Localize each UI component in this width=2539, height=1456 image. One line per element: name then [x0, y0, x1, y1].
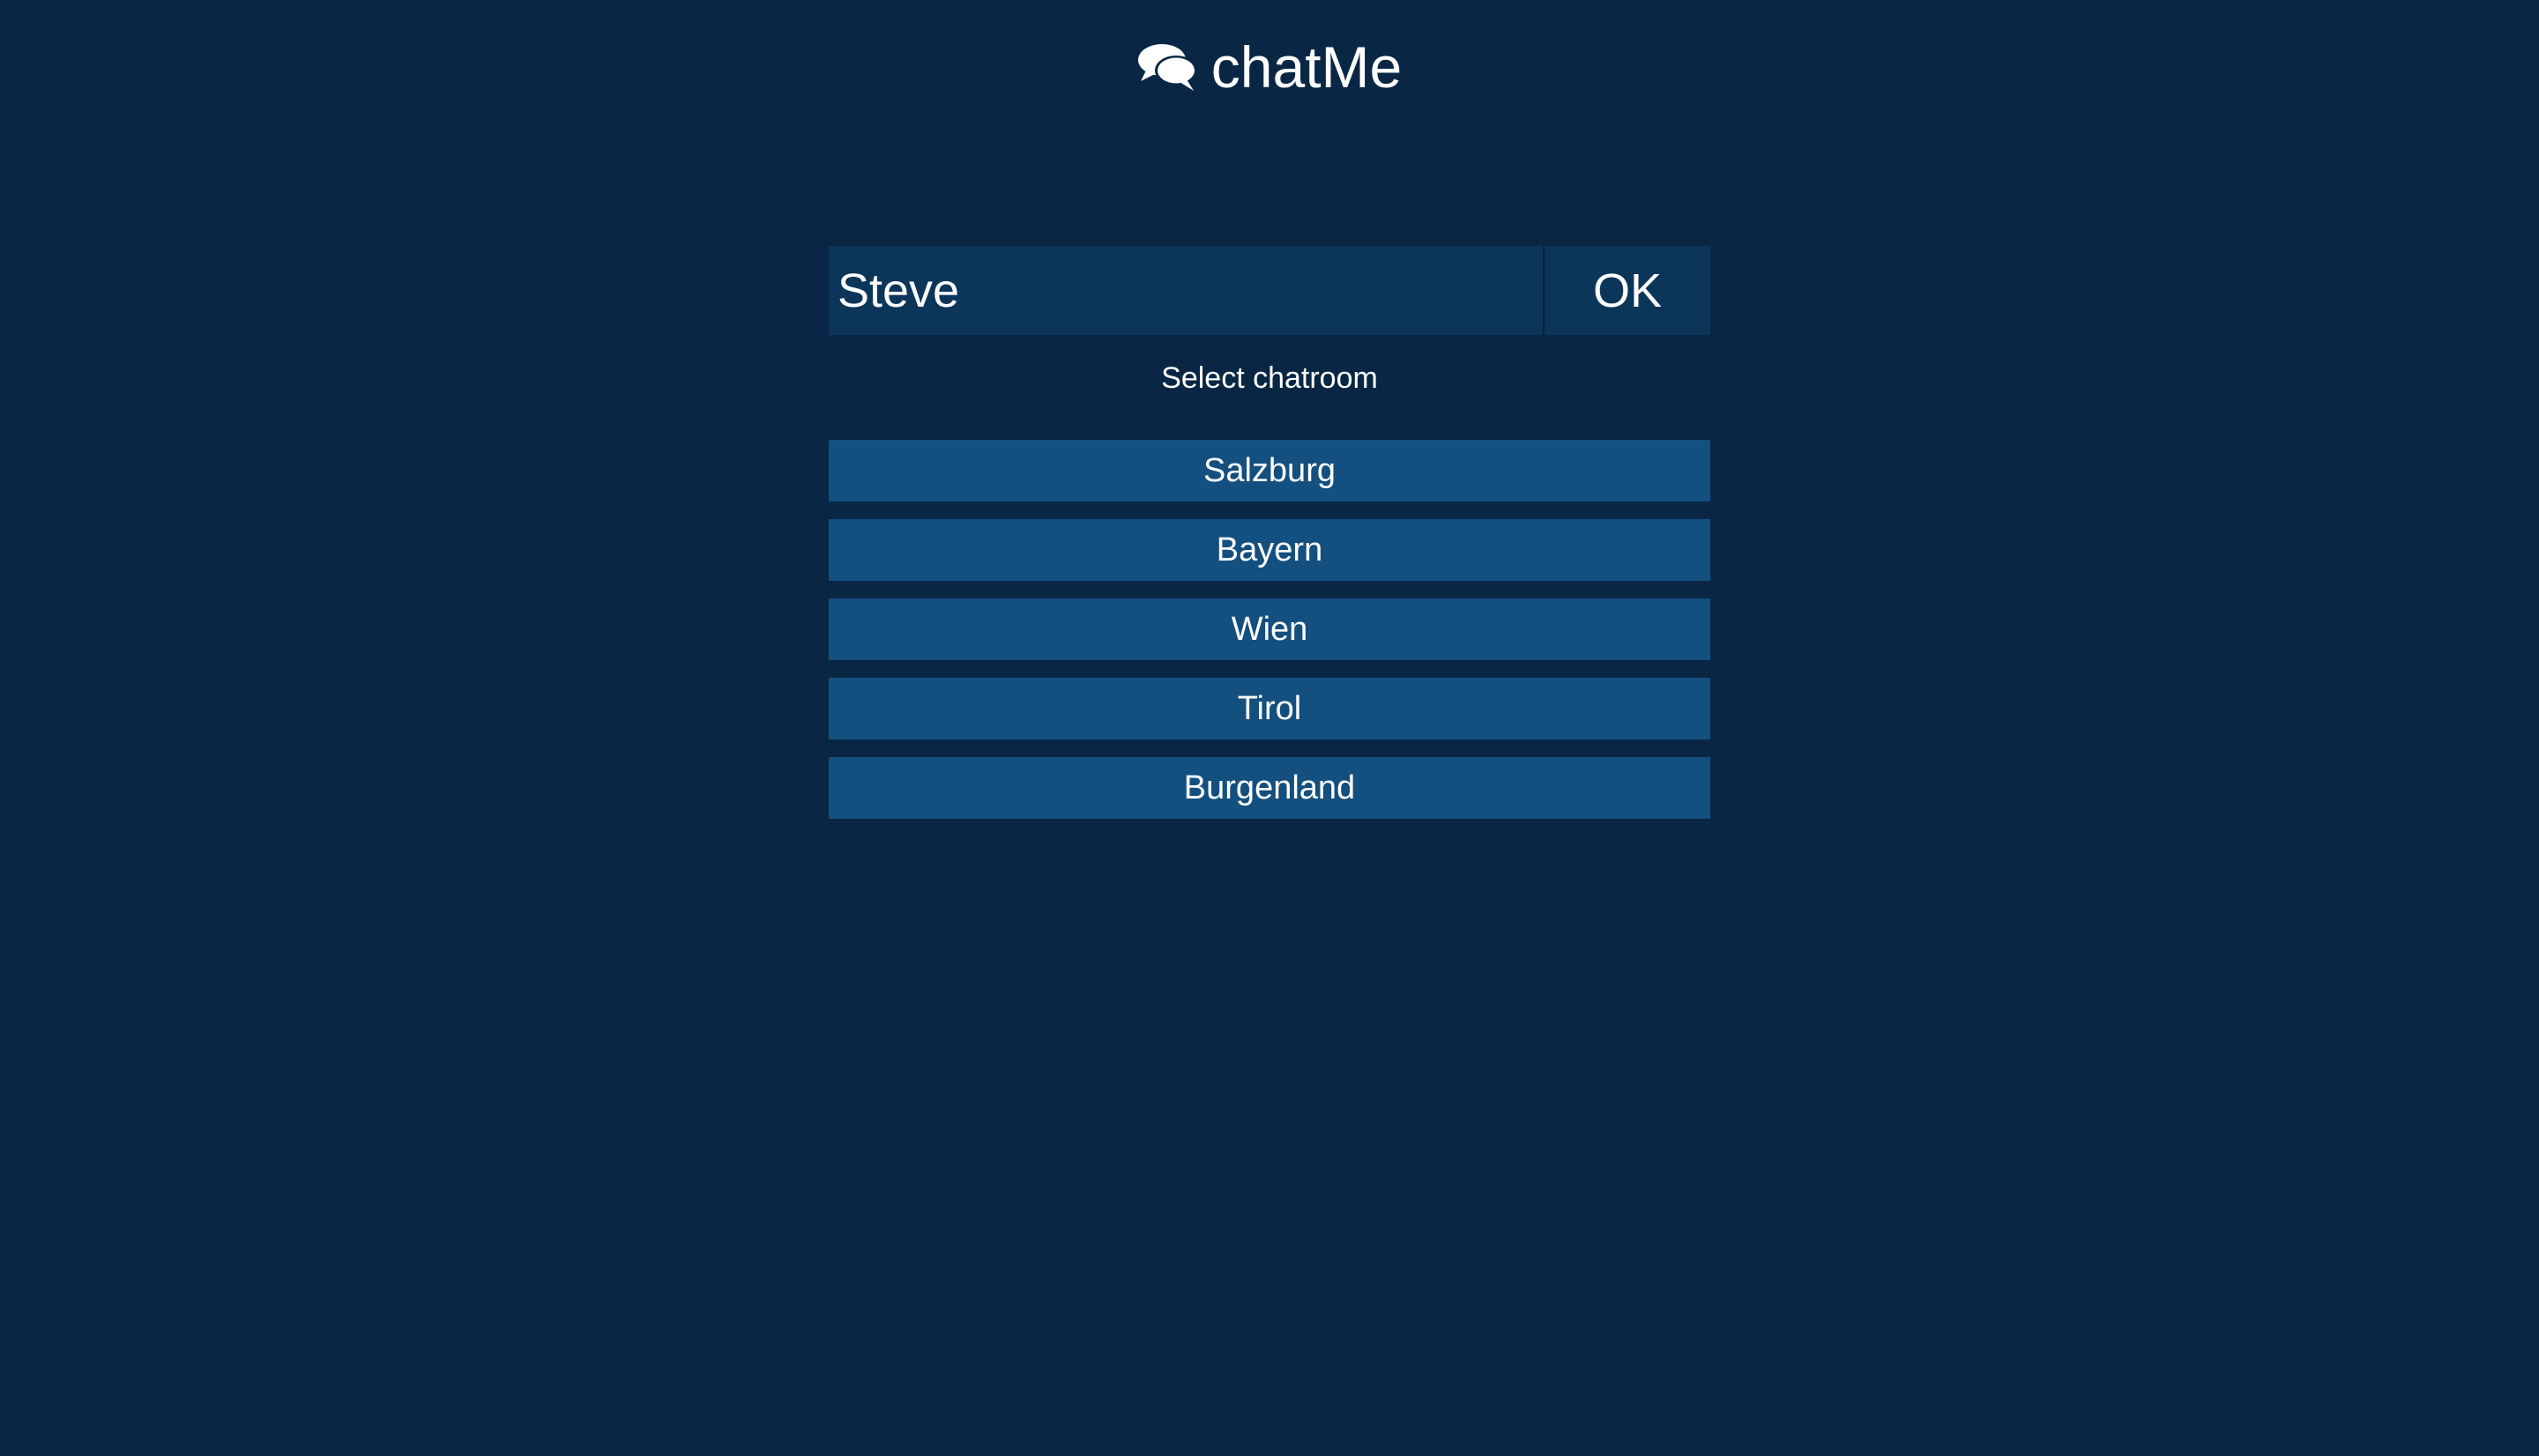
list-item: Burgenland [829, 757, 1710, 819]
list-item: Tirol [829, 678, 1710, 739]
chatroom-button-bayern[interactable]: Bayern [829, 519, 1710, 581]
chatroom-button-burgenland[interactable]: Burgenland [829, 757, 1710, 819]
chatroom-button-wien[interactable]: Wien [829, 598, 1710, 660]
username-input[interactable] [829, 246, 1543, 335]
app-title: chatMe [1210, 34, 1403, 100]
list-item: Wien [829, 598, 1710, 660]
chatroom-list: Salzburg Bayern Wien Tirol Burgenland [829, 440, 1710, 836]
select-chatroom-label: Select chatroom [1161, 361, 1378, 395]
chatroom-button-salzburg[interactable]: Salzburg [829, 440, 1710, 501]
app-header: chatMe [0, 30, 2539, 104]
chatroom-button-tirol[interactable]: Tirol [829, 678, 1710, 739]
list-item: Bayern [829, 519, 1710, 581]
list-item: Salzburg [829, 440, 1710, 501]
login-form: OK [829, 246, 1710, 335]
chat-bubbles-icon [1137, 41, 1197, 93]
ok-button[interactable]: OK [1543, 246, 1710, 335]
